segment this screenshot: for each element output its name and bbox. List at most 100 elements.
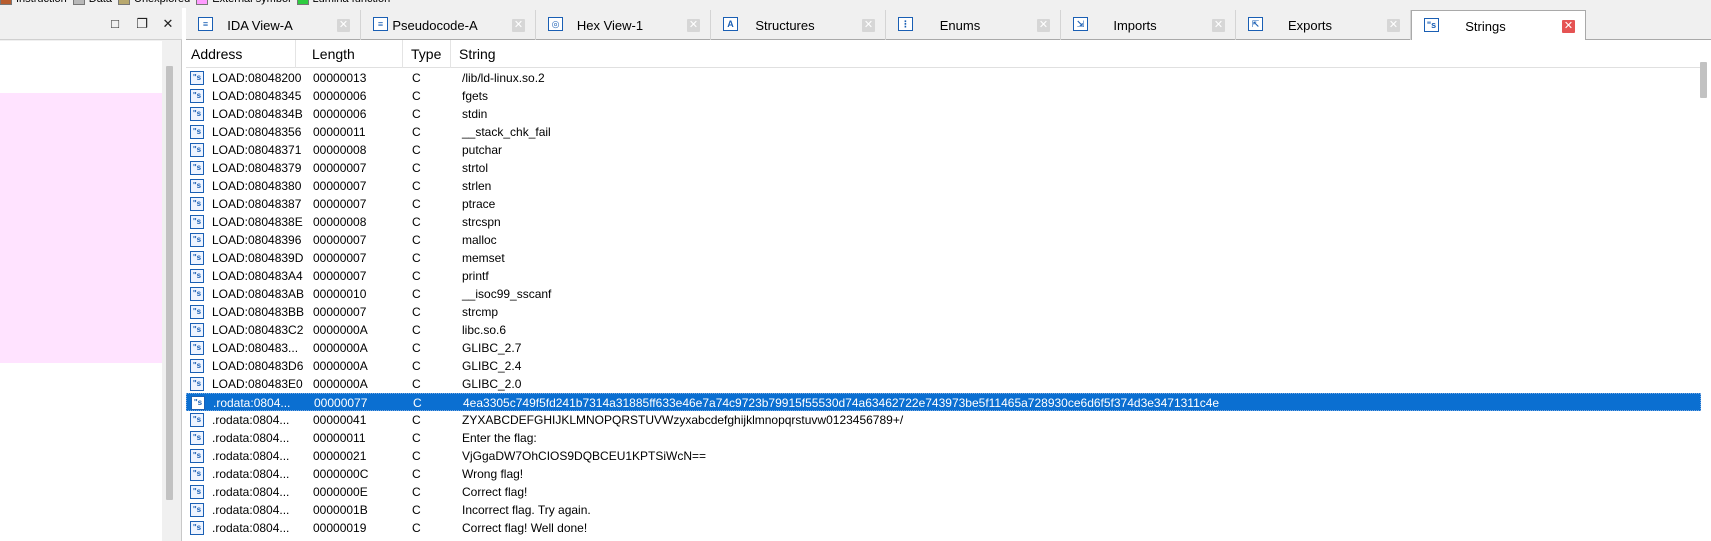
string-length: 00000019	[313, 521, 367, 535]
left-panel-body[interactable]	[0, 41, 162, 541]
string-row[interactable]: "s LOAD:080483BB 00000007 Cstrcmp	[186, 303, 1701, 321]
string-address: LOAD:080483BB	[212, 305, 305, 319]
close-icon[interactable]: ✕	[161, 17, 175, 31]
string-length: 00000021	[313, 449, 367, 463]
string-length: 0000000A	[313, 377, 368, 391]
string-row[interactable]: "s .rodata:0804... 0000000C C Wrong flag!	[186, 465, 1701, 483]
close-tab-icon[interactable]: ✕	[1387, 19, 1400, 32]
string-value: __stack_chk_fail	[462, 125, 551, 139]
string-value: Incorrect flag. Try again.	[462, 503, 591, 517]
string-row[interactable]: "s LOAD:0804839D 00000007 Cmemset	[186, 249, 1701, 267]
string-length: 0000000A	[313, 359, 368, 373]
string-type: C	[412, 89, 421, 103]
left-panel: □ ❐ ✕	[0, 8, 182, 541]
string-row[interactable]: "s LOAD:08048200 00000013 C/lib/ld-linux.so…	[186, 69, 1701, 87]
string-value: Correct flag! Well done!	[462, 521, 588, 535]
string-row[interactable]: "s LOAD:0804834B 00000006 Cstdin	[186, 105, 1701, 123]
string-length: 00000011	[313, 125, 366, 139]
string-address: .rodata:0804...	[212, 521, 290, 535]
string-icon: "s	[190, 233, 204, 247]
string-address: LOAD:080483D6	[212, 359, 304, 373]
string-row[interactable]: "s LOAD:080483A4 00000007 Cprintf	[186, 267, 1701, 285]
legend-item: External symbol	[196, 0, 291, 5]
tab-pseudocode-a[interactable]: ≡ Pseudocode-A ✕	[361, 10, 536, 40]
string-type: C	[412, 143, 421, 157]
string-length: 0000001B	[313, 503, 368, 517]
tab-exports[interactable]: ⇱ Exports ✕	[1236, 10, 1411, 40]
tab-imports[interactable]: ⇲ Imports ✕	[1061, 10, 1236, 40]
legend-swatch	[196, 0, 209, 5]
string-address: .rodata:0804...	[212, 485, 290, 499]
column-length[interactable]: Length	[307, 40, 403, 68]
column-type[interactable]: Type	[406, 40, 451, 68]
string-row[interactable]: "s LOAD:08048345 00000006 Cfgets	[186, 87, 1701, 105]
close-tab-icon[interactable]: ✕	[337, 19, 350, 32]
string-length: 0000000A	[313, 341, 368, 355]
tab-strings[interactable]: "s Strings ✕	[1411, 10, 1586, 41]
close-tab-icon[interactable]: ✕	[1037, 19, 1050, 32]
string-row[interactable]: "s .rodata:0804... 00000021 C VjGgaDW7OhCIOS…	[186, 447, 1701, 465]
string-row[interactable]: "s LOAD:0804838E 00000008 Cstrcspn	[186, 213, 1701, 231]
string-type: C	[412, 233, 421, 247]
string-address: .rodata:0804...	[212, 431, 290, 445]
legend-swatch	[296, 0, 309, 5]
string-type: C	[412, 179, 421, 193]
column-string[interactable]: String	[454, 40, 1694, 68]
strings-view: Address Length Type String "s LOAD:080482…	[186, 40, 1711, 541]
tab-enums[interactable]: ⋮ Enums ✕	[886, 10, 1061, 40]
string-row[interactable]: "s .rodata:0804... 00000019 C Correct flag! …	[186, 519, 1701, 537]
string-row[interactable]: "s LOAD:080483D6 0000000A C GLIBC_2.4	[186, 357, 1701, 375]
string-value: malloc	[462, 233, 497, 247]
string-row[interactable]: "s .rodata:0804... 00000041 C ZYXABCDEFGHIJK…	[186, 411, 1701, 429]
string-icon: "s	[190, 269, 204, 283]
string-type: C	[412, 449, 421, 463]
close-tab-icon[interactable]: ✕	[687, 19, 700, 32]
string-type: C	[412, 269, 421, 283]
maximize-icon[interactable]: □	[108, 17, 122, 31]
string-length: 00000008	[313, 143, 367, 157]
restore-icon[interactable]: ❐	[135, 17, 149, 31]
strings-scrollbar[interactable]	[1700, 62, 1707, 98]
close-tab-icon[interactable]: ✕	[1562, 20, 1575, 33]
string-length: 00000007	[313, 179, 367, 193]
tab-ida-view-a[interactable]: ≡ IDA View-A ✕	[186, 10, 361, 40]
string-type: C	[412, 215, 421, 229]
string-row[interactable]: "s .rodata:0804... 00000077 C 4ea3305c749f5f…	[186, 393, 1701, 411]
string-row[interactable]: "s LOAD:08048396 00000007 Cmalloc	[186, 231, 1701, 249]
string-length: 00000010	[313, 287, 367, 301]
string-row[interactable]: "s LOAD:080483E0 0000000A C GLIBC_2.0	[186, 375, 1701, 393]
string-row[interactable]: "s LOAD:08048380 00000007 Cstrlen	[186, 177, 1701, 195]
string-value: ptrace	[462, 197, 496, 211]
close-tab-icon[interactable]: ✕	[1212, 19, 1225, 32]
left-panel-scrollbar[interactable]	[166, 66, 173, 500]
legend-item: Unexplored	[118, 0, 190, 5]
string-value: stdin	[462, 107, 488, 121]
legend-swatch	[118, 0, 130, 5]
string-length: 00000013	[313, 71, 367, 85]
string-row[interactable]: "s LOAD:080483... 0000000A C GLIBC_2.7	[186, 339, 1701, 357]
string-value: fgets	[462, 89, 489, 103]
string-address: LOAD:080483C2	[212, 323, 304, 337]
string-value: memset	[462, 251, 505, 265]
tab-structures[interactable]: A Structures ✕	[711, 10, 886, 40]
legend-swatch	[72, 0, 85, 5]
string-row[interactable]: "s LOAD:08048387 00000007 Cptrace	[186, 195, 1701, 213]
string-value: strcspn	[462, 215, 501, 229]
string-length: 0000000E	[313, 485, 368, 499]
close-tab-icon[interactable]: ✕	[512, 19, 525, 32]
legend-label: External symbol	[212, 0, 290, 5]
string-icon: "s	[190, 251, 204, 265]
string-length: 00000007	[313, 269, 367, 283]
string-row[interactable]: "s LOAD:080483C2 0000000A Clibc.so.6	[186, 321, 1701, 339]
string-row[interactable]: "s LOAD:08048379 00000007 Cstrtol	[186, 159, 1701, 177]
string-row[interactable]: "s LOAD:080483AB 00000010 C __isoc99_sscanf	[186, 285, 1701, 303]
string-row[interactable]: "s .rodata:0804... 0000001B C Incorrect flag…	[186, 501, 1701, 519]
string-row[interactable]: "s .rodata:0804... 00000011 C Enter the flag…	[186, 429, 1701, 447]
string-row[interactable]: "s LOAD:08048371 00000008 Cputchar	[186, 141, 1701, 159]
legend-strip: Instruction Data Unexplored External symbol…	[0, 0, 1711, 8]
string-row[interactable]: "s .rodata:0804... 0000000E C Correct flag!	[186, 483, 1701, 501]
close-tab-icon[interactable]: ✕	[862, 19, 875, 32]
tab-hex-view-1[interactable]: ◎ Hex View-1 ✕	[536, 10, 711, 40]
string-row[interactable]: "s LOAD:08048356 00000011 C __stack_chk_fail	[186, 123, 1701, 141]
column-address[interactable]: Address	[186, 40, 296, 68]
